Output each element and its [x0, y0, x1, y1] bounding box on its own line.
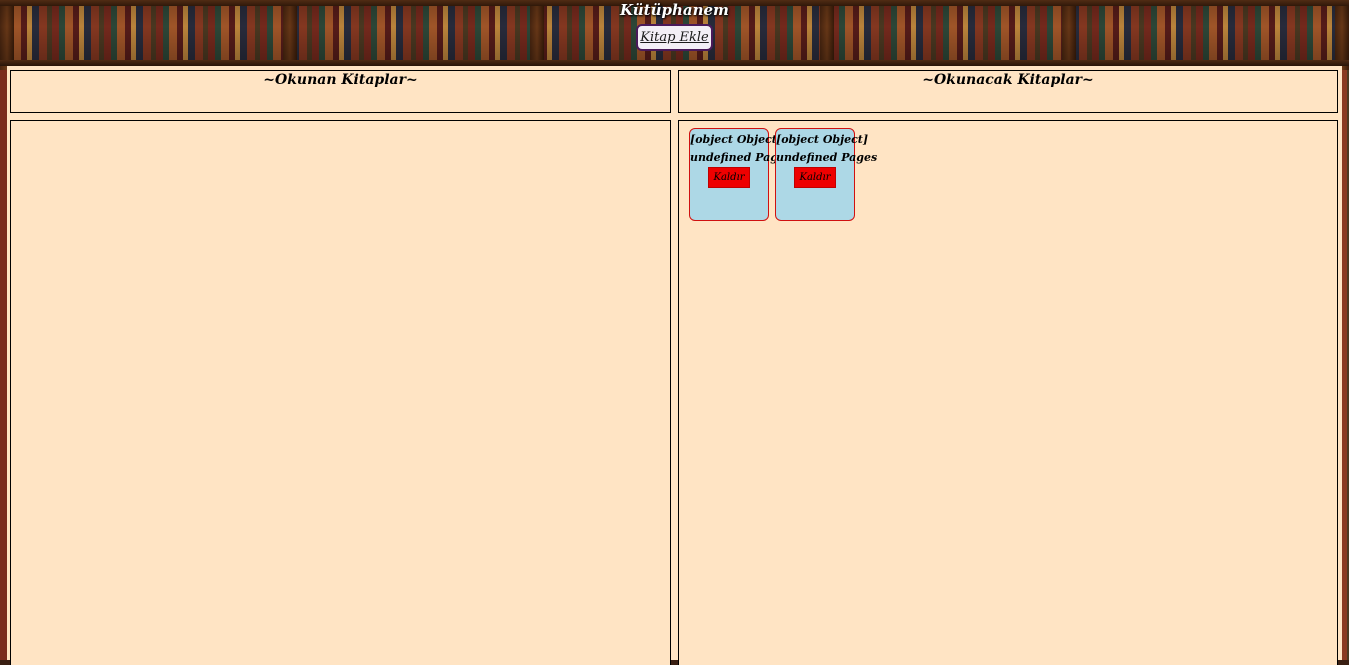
remove-book-button[interactable]: Kaldır: [794, 167, 836, 188]
read-books-header: ~Okunan Kitaplar~: [10, 70, 671, 113]
book-pages: undefined Pages: [776, 151, 878, 164]
read-books-title: ~Okunan Kitaplar~: [263, 72, 418, 88]
remove-book-button[interactable]: Kaldır: [708, 167, 750, 188]
book-pages: undefined Pages: [690, 151, 792, 164]
add-book-button[interactable]: Kitap Ekle: [636, 24, 713, 51]
read-books-list: [10, 120, 671, 665]
book-name: [object Object]: [690, 133, 783, 146]
to-read-books-header: ~Okunacak Kitaplar~: [678, 70, 1338, 113]
to-read-books-title: ~Okunacak Kitaplar~: [922, 72, 1094, 88]
book-card: [object Object] undefined Pages Kaldır: [775, 128, 878, 221]
page-title: Kütüphanem: [620, 1, 729, 19]
book-name: [object Object]: [776, 133, 869, 146]
book-card: [object Object] undefined Pages Kaldır: [689, 128, 792, 221]
page-header: Kütüphanem Kitap Ekle: [0, 0, 1349, 66]
library-main: ~Okunan Kitaplar~ ~Okunacak Kitaplar~ [o…: [7, 66, 1342, 665]
